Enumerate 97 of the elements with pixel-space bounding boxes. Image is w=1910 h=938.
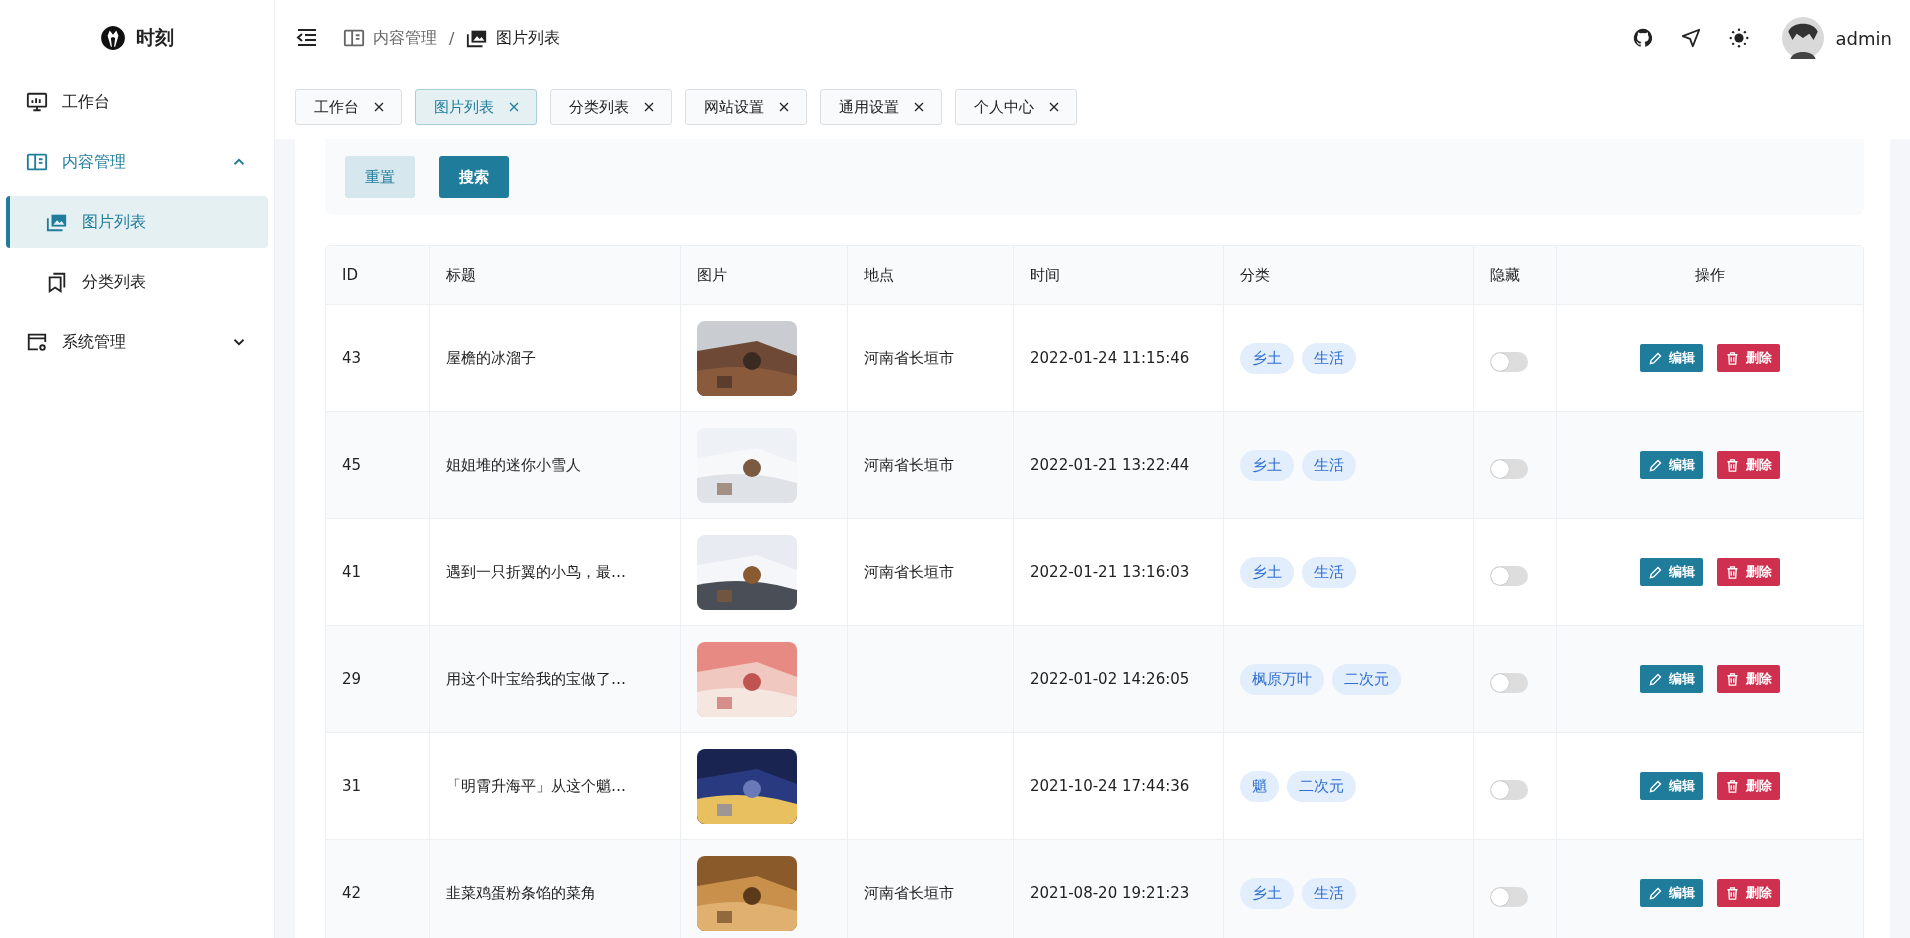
page-tab[interactable]: 个人中心 bbox=[955, 89, 1077, 125]
hide-toggle[interactable] bbox=[1490, 887, 1528, 907]
table-cell-text: 42 bbox=[341, 883, 363, 904]
table-cell: 河南省长垣市 bbox=[847, 840, 1013, 938]
column-header: 操作 bbox=[1556, 246, 1863, 304]
pencil-icon bbox=[1648, 457, 1663, 473]
username[interactable]: admin bbox=[1835, 27, 1892, 49]
trash-icon bbox=[1725, 671, 1740, 687]
close-icon[interactable] bbox=[778, 101, 790, 113]
table-cell: 韭菜鸡蛋粉条馅的菜角 bbox=[429, 840, 680, 938]
search-button[interactable]: 搜索 bbox=[439, 156, 509, 198]
column-header: 隐藏 bbox=[1473, 246, 1556, 304]
pencil-icon bbox=[1648, 671, 1663, 687]
table-cell: 2022-01-02 14:26:05 bbox=[1013, 626, 1223, 732]
monitor-icon bbox=[26, 91, 48, 113]
page-tab[interactable]: 分类列表 bbox=[550, 89, 672, 125]
hide-toggle[interactable] bbox=[1490, 780, 1528, 800]
trash-icon bbox=[1725, 350, 1740, 366]
sidebar-subitem[interactable]: 图片列表 bbox=[6, 196, 268, 248]
delete-button[interactable]: 删除 bbox=[1717, 879, 1780, 907]
close-icon[interactable] bbox=[373, 101, 385, 113]
sidebar-item[interactable]: 工作台 bbox=[6, 76, 268, 128]
category-tag: 生活 bbox=[1302, 449, 1356, 481]
edit-button[interactable]: 编辑 bbox=[1640, 344, 1703, 372]
page-tab[interactable]: 通用设置 bbox=[820, 89, 942, 125]
delete-button[interactable]: 删除 bbox=[1717, 344, 1780, 372]
category-tag: 二次元 bbox=[1332, 663, 1401, 695]
reset-button[interactable]: 重置 bbox=[345, 156, 415, 198]
delete-button[interactable]: 删除 bbox=[1717, 772, 1780, 800]
edit-button[interactable]: 编辑 bbox=[1640, 451, 1703, 479]
send-icon[interactable] bbox=[1679, 27, 1702, 49]
category-tag: 乡土 bbox=[1240, 556, 1294, 588]
edit-button[interactable]: 编辑 bbox=[1640, 772, 1703, 800]
hide-toggle[interactable] bbox=[1490, 566, 1528, 586]
column-header: 分类 bbox=[1223, 246, 1473, 304]
column-header: 标题 bbox=[429, 246, 680, 304]
column-header: ID bbox=[341, 265, 359, 286]
table-cell: 2022-01-21 13:22:44 bbox=[1013, 412, 1223, 518]
panel-icon bbox=[26, 151, 48, 173]
trash-icon bbox=[1725, 778, 1740, 794]
table-cell: 河南省长垣市 bbox=[847, 412, 1013, 518]
category-tag: 生活 bbox=[1302, 342, 1356, 374]
category-tag: 枫原万叶 bbox=[1240, 663, 1324, 695]
table-cell: 姐姐堆的迷你小雪人 bbox=[429, 412, 680, 518]
pencil-icon bbox=[1648, 778, 1663, 794]
close-icon[interactable] bbox=[643, 101, 655, 113]
breadcrumb-item[interactable]: 图片列表 bbox=[466, 27, 561, 49]
table-cell-text: 45 bbox=[341, 455, 363, 476]
delete-button[interactable]: 删除 bbox=[1717, 451, 1780, 479]
delete-button[interactable]: 删除 bbox=[1717, 558, 1780, 586]
category-tag: 生活 bbox=[1302, 556, 1356, 588]
sun-icon[interactable] bbox=[1727, 27, 1750, 49]
edit-button[interactable]: 编辑 bbox=[1640, 879, 1703, 907]
page-tab[interactable]: 图片列表 bbox=[415, 89, 537, 125]
trash-icon bbox=[1725, 564, 1740, 580]
category-tag: 乡土 bbox=[1240, 342, 1294, 374]
table-cell: 用这个叶宝给我的宝做了… bbox=[429, 626, 680, 732]
logo-icon bbox=[100, 25, 126, 51]
column-header: 图片 bbox=[680, 246, 847, 304]
category-tag: 乡土 bbox=[1240, 877, 1294, 909]
trash-icon bbox=[1725, 885, 1740, 901]
column-header: 地点 bbox=[847, 246, 1013, 304]
bookmarks-icon bbox=[46, 271, 68, 293]
table-cell-text: 41 bbox=[341, 562, 363, 583]
github-icon[interactable] bbox=[1631, 27, 1654, 49]
table-cell-text: 31 bbox=[341, 776, 363, 797]
category-tag: 二次元 bbox=[1287, 770, 1356, 802]
column-header: 时间 bbox=[1013, 246, 1223, 304]
category-tag: 生活 bbox=[1302, 877, 1356, 909]
table-cell-text: 29 bbox=[341, 669, 363, 690]
delete-button[interactable]: 删除 bbox=[1717, 665, 1780, 693]
window-gear-icon bbox=[26, 331, 48, 353]
edit-button[interactable]: 编辑 bbox=[1640, 558, 1703, 586]
page-tab[interactable]: 网站设置 bbox=[685, 89, 807, 125]
table-cell-text: 43 bbox=[341, 348, 363, 369]
sidebar-item[interactable]: 内容管理 bbox=[6, 136, 268, 188]
edit-button[interactable]: 编辑 bbox=[1640, 665, 1703, 693]
category-tag: 魈 bbox=[1240, 770, 1279, 802]
pencil-icon bbox=[1648, 885, 1663, 901]
pencil-icon bbox=[1648, 350, 1663, 366]
breadcrumb-item[interactable]: 内容管理 bbox=[343, 27, 437, 49]
close-icon[interactable] bbox=[1048, 101, 1060, 113]
close-icon[interactable] bbox=[913, 101, 925, 113]
logo-title: 时刻 bbox=[136, 25, 174, 50]
sidebar-item[interactable]: 系统管理 bbox=[6, 316, 268, 368]
trash-icon bbox=[1725, 457, 1740, 473]
hide-toggle[interactable] bbox=[1490, 352, 1528, 372]
panel-icon bbox=[343, 27, 365, 49]
page-tab[interactable]: 工作台 bbox=[295, 89, 402, 125]
hide-toggle[interactable] bbox=[1490, 459, 1528, 479]
table-cell: 2021-08-20 19:21:23 bbox=[1013, 840, 1223, 938]
avatar[interactable] bbox=[1781, 17, 1824, 59]
pencil-icon bbox=[1648, 564, 1663, 580]
category-tag: 乡土 bbox=[1240, 449, 1294, 481]
breadcrumb-separator: / bbox=[449, 28, 455, 48]
hide-toggle[interactable] bbox=[1490, 673, 1528, 693]
sidebar-subitem[interactable]: 分类列表 bbox=[6, 256, 268, 308]
